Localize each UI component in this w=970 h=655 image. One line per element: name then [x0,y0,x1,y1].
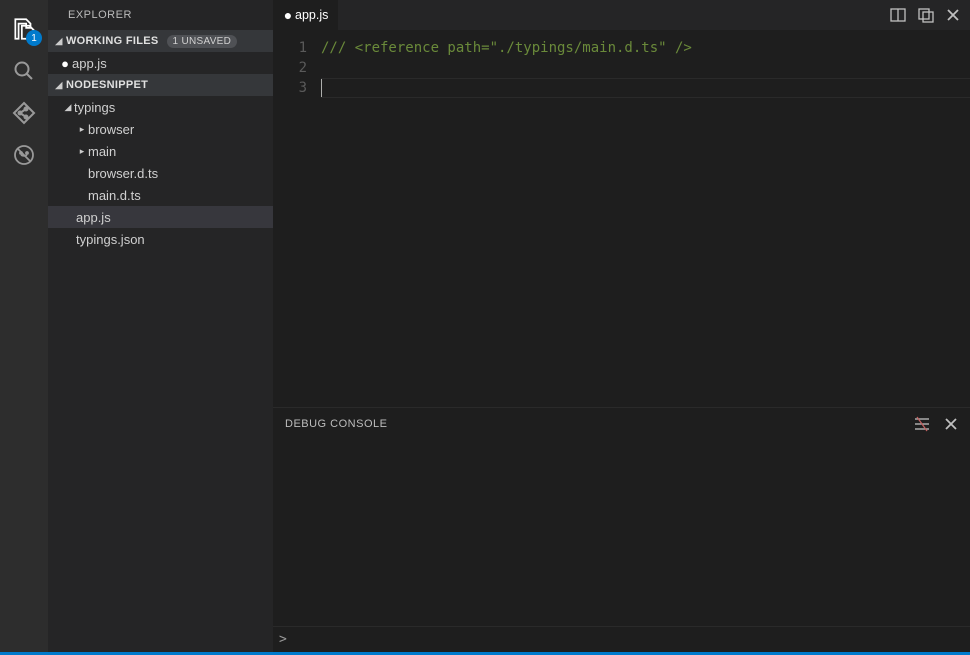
activity-bar: 1 [0,0,48,652]
working-files-label: WORKING FILES [66,35,159,47]
tree-label: app.js [76,210,273,225]
tree-label: browser.d.ts [88,166,273,181]
line-number: 2 [273,58,307,78]
line-number: 3 [273,78,307,98]
explorer-activity-icon[interactable]: 1 [0,8,48,50]
prompt-chevron-icon: > [279,632,287,647]
search-activity-icon[interactable] [0,50,48,92]
debug-console-input[interactable]: > [273,626,970,652]
debug-activity-icon[interactable] [0,134,48,176]
tree-label: main [88,144,273,159]
tree-folder-typings[interactable]: ◢ typings [48,96,273,118]
panel-body [273,440,970,626]
tree-folder-main[interactable]: ▸ main [48,140,273,162]
tree-label: main.d.ts [88,188,273,203]
code-content: /// <reference path="./typings/main.d.ts… [321,30,970,407]
code-editor[interactable]: 1 2 3 /// <reference path="./typings/mai… [273,30,970,407]
tab-bar: ● app.js [273,0,970,30]
sidebar-title: EXPLORER [48,0,273,30]
chevron-down-icon: ◢ [52,80,66,91]
line-number: 1 [273,38,307,58]
split-editor-icon[interactable] [890,7,906,23]
more-actions-icon[interactable] [918,7,934,23]
code-line [321,58,970,78]
explorer-badge: 1 [26,30,42,46]
tabbar-actions [890,0,970,30]
working-file-label: app.js [72,56,273,71]
unsaved-badge: 1 UNSAVED [167,35,238,48]
sidebar: EXPLORER ◢ WORKING FILES 1 UNSAVED ● app… [48,0,273,652]
dirty-dot-icon: ● [58,56,72,71]
chevron-down-icon: ◢ [62,102,74,113]
working-files-tree: ● app.js [48,52,273,74]
tab-appjs[interactable]: ● app.js [273,0,339,30]
chevron-right-icon: ▸ [76,124,88,135]
debug-console-panel: DEBUG CONSOLE > [273,407,970,652]
close-panel-icon[interactable] [944,417,958,431]
tabbar-spacer [339,0,890,30]
panel-title: DEBUG CONSOLE [285,418,387,430]
code-line: /// <reference path="./typings/main.d.ts… [321,38,970,58]
tree-label: typings.json [76,232,273,247]
tree-file-main-dts[interactable]: main.d.ts [48,184,273,206]
tree-file-appjs[interactable]: app.js [48,206,273,228]
git-activity-icon[interactable] [0,92,48,134]
tab-label: app.js [295,8,328,22]
chevron-down-icon: ◢ [52,36,66,47]
tree-file-typingsjson[interactable]: typings.json [48,228,273,250]
tree-file-browser-dts[interactable]: browser.d.ts [48,162,273,184]
editor-area: ● app.js [273,0,970,652]
code-line [321,78,970,98]
working-file-item[interactable]: ● app.js [48,52,273,74]
panel-header: DEBUG CONSOLE [273,408,970,440]
chevron-right-icon: ▸ [76,146,88,157]
working-files-header[interactable]: ◢ WORKING FILES 1 UNSAVED [48,30,273,52]
line-gutter: 1 2 3 [273,30,321,407]
close-editor-icon[interactable] [946,8,960,22]
dirty-dot-icon: ● [281,7,295,23]
project-tree: ◢ typings ▸ browser ▸ main browser.d.ts … [48,96,273,250]
tree-label: browser [88,122,273,137]
text-caret [321,79,322,97]
tree-label: typings [74,100,273,115]
tree-folder-browser[interactable]: ▸ browser [48,118,273,140]
project-header[interactable]: ◢ NODESNIPPET [48,74,273,96]
project-label: NODESNIPPET [66,79,148,91]
clear-console-icon[interactable] [914,416,930,432]
